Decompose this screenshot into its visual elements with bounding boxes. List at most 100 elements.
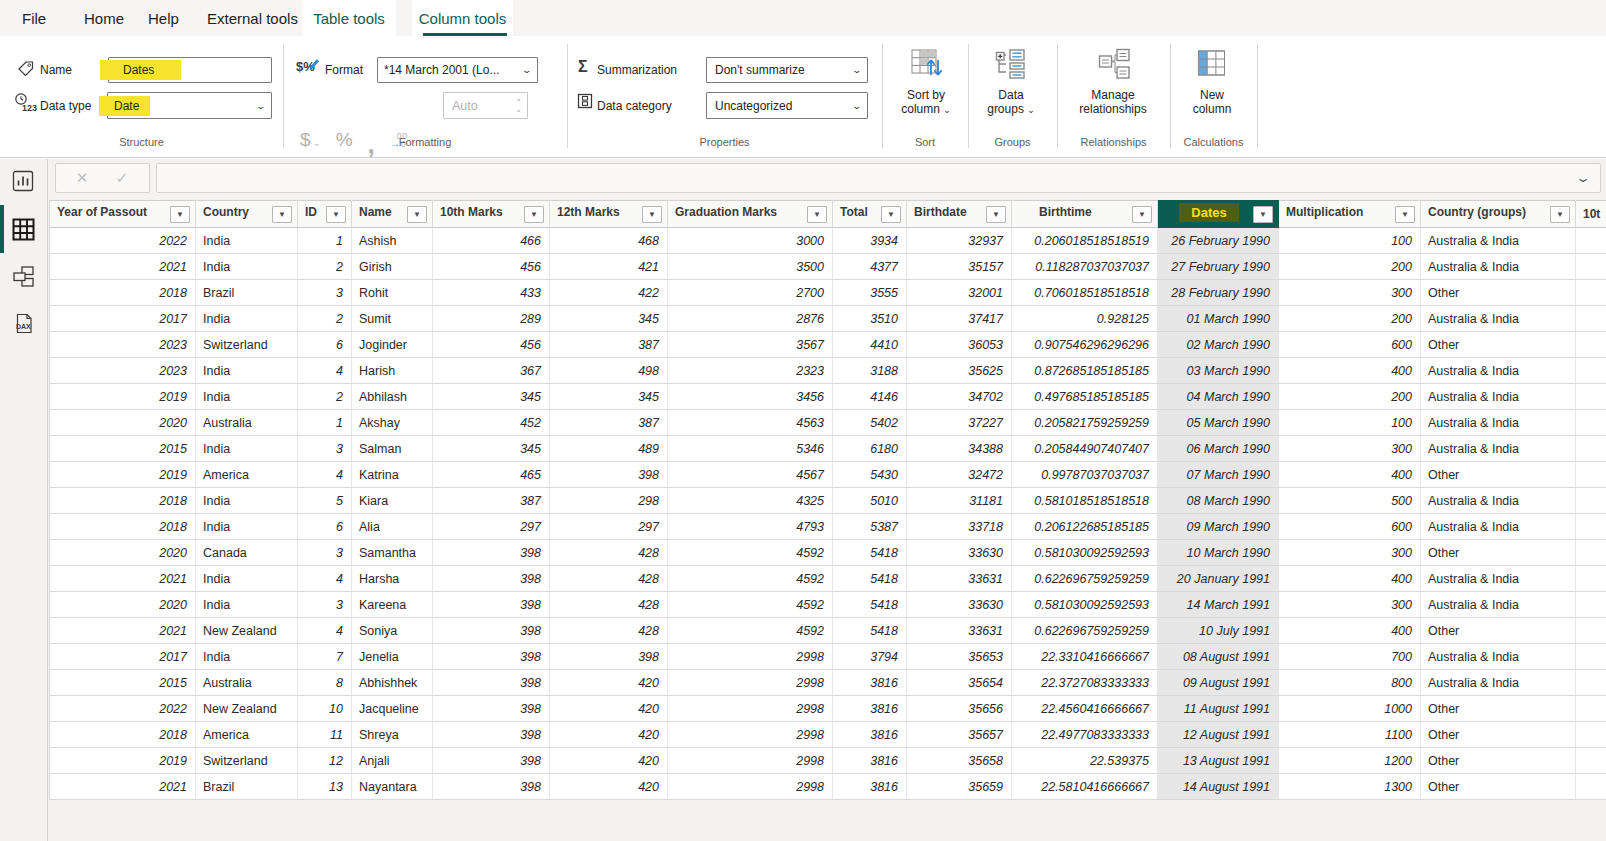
cell[interactable]: 289 — [433, 306, 550, 332]
filter-dropdown-icon[interactable]: ▼ — [986, 206, 1006, 223]
cell[interactable]: 489 — [550, 436, 668, 462]
expand-formula-bar-icon[interactable]: ⌄ — [1575, 171, 1591, 185]
cell[interactable]: 13 — [298, 774, 352, 800]
cell[interactable]: Australia & India — [1421, 410, 1576, 436]
cell[interactable] — [1576, 566, 1606, 592]
column-header-12th-marks[interactable]: ▼12th Marks — [550, 200, 668, 228]
cell[interactable]: 421 — [550, 254, 668, 280]
cell[interactable]: Samantha — [352, 540, 433, 566]
cell[interactable]: 2998 — [668, 774, 833, 800]
cell[interactable]: 2 — [298, 306, 352, 332]
cell[interactable]: Other — [1421, 774, 1576, 800]
cell[interactable]: 10 — [298, 696, 352, 722]
cell[interactable]: America — [196, 462, 298, 488]
cell[interactable]: 456 — [433, 332, 550, 358]
cell[interactable]: 01 March 1990 — [1158, 306, 1279, 332]
cell[interactable]: 28 February 1990 — [1158, 280, 1279, 306]
column-header-graduation-marks[interactable]: ▼Graduation Marks — [668, 200, 833, 228]
cell[interactable]: Sumit — [352, 306, 433, 332]
cell[interactable] — [1576, 306, 1606, 332]
cell[interactable]: 2022 — [49, 228, 196, 254]
cell[interactable]: 35654 — [907, 670, 1012, 696]
cell[interactable]: 8 — [298, 670, 352, 696]
cell[interactable]: 800 — [1279, 670, 1421, 696]
cell[interactable]: 398 — [433, 644, 550, 670]
cell[interactable]: Harsha — [352, 566, 433, 592]
cell[interactable] — [1576, 358, 1606, 384]
cell[interactable]: Girish — [352, 254, 433, 280]
cell[interactable]: 09 August 1991 — [1158, 670, 1279, 696]
cell[interactable]: 2019 — [49, 384, 196, 410]
cell[interactable]: 398 — [550, 644, 668, 670]
cell[interactable]: 500 — [1279, 488, 1421, 514]
cell[interactable]: India — [196, 514, 298, 540]
cell[interactable]: 37417 — [907, 306, 1012, 332]
cell[interactable]: 03 March 1990 — [1158, 358, 1279, 384]
filter-dropdown-icon[interactable]: ▼ — [807, 206, 827, 223]
cell[interactable]: 2019 — [49, 462, 196, 488]
cell[interactable]: 2876 — [668, 306, 833, 332]
cell[interactable]: 35653 — [907, 644, 1012, 670]
cell[interactable]: Other — [1421, 540, 1576, 566]
sort-by-column-button[interactable]: Sort bycolumn ⌄ — [883, 46, 969, 117]
cell[interactable]: 1100 — [1279, 722, 1421, 748]
cell[interactable]: Australia & India — [1421, 384, 1576, 410]
cell[interactable]: New Zealand — [196, 618, 298, 644]
formula-input[interactable]: ⌄ — [156, 163, 1601, 193]
model-view-icon[interactable] — [12, 265, 36, 289]
cell[interactable]: 09 March 1990 — [1158, 514, 1279, 540]
column-header-10t[interactable]: 10t — [1576, 200, 1606, 228]
cell[interactable]: 33630 — [907, 592, 1012, 618]
cell[interactable]: 3934 — [833, 228, 907, 254]
cell[interactable]: Katrina — [352, 462, 433, 488]
cell[interactable]: India — [196, 436, 298, 462]
cell[interactable]: 498 — [550, 358, 668, 384]
cell[interactable]: Rohit — [352, 280, 433, 306]
cell[interactable]: 14 August 1991 — [1158, 774, 1279, 800]
cell[interactable]: 420 — [550, 696, 668, 722]
cell[interactable]: 36053 — [907, 332, 1012, 358]
cell[interactable]: 27 February 1990 — [1158, 254, 1279, 280]
cell[interactable]: 13 August 1991 — [1158, 748, 1279, 774]
cell[interactable]: 4410 — [833, 332, 907, 358]
cell[interactable]: India — [196, 306, 298, 332]
cell[interactable]: 0.205844907407407 — [1012, 436, 1158, 462]
cell[interactable]: 400 — [1279, 462, 1421, 488]
cell[interactable]: 07 March 1990 — [1158, 462, 1279, 488]
column-header-year-of-passout[interactable]: ▼Year of Passout — [49, 200, 196, 228]
column-header-birthtime[interactable]: ▼Birthtime — [1012, 200, 1158, 228]
cell[interactable]: 6 — [298, 514, 352, 540]
data-type-dropdown[interactable]: Date ⌄ — [107, 92, 272, 119]
tab-file[interactable]: File — [22, 0, 46, 36]
cell[interactable]: 2 — [298, 384, 352, 410]
cell[interactable] — [1576, 644, 1606, 670]
filter-dropdown-icon[interactable]: ▼ — [881, 206, 901, 223]
tab-column-tools[interactable]: Column tools — [412, 0, 513, 36]
cell[interactable]: Australia & India — [1421, 592, 1576, 618]
cell[interactable]: 452 — [433, 410, 550, 436]
cell[interactable]: 10 July 1991 — [1158, 618, 1279, 644]
cell[interactable]: 5430 — [833, 462, 907, 488]
cell[interactable]: 3000 — [668, 228, 833, 254]
cell[interactable]: Shreya — [352, 722, 433, 748]
cell[interactable]: 22.539375 — [1012, 748, 1158, 774]
cell[interactable]: India — [196, 488, 298, 514]
cell[interactable]: 0.118287037037037 — [1012, 254, 1158, 280]
cell[interactable]: 0.706018518518518 — [1012, 280, 1158, 306]
cell[interactable]: 08 March 1990 — [1158, 488, 1279, 514]
cell[interactable]: 34388 — [907, 436, 1012, 462]
cell[interactable]: 31181 — [907, 488, 1012, 514]
cell[interactable]: 2015 — [49, 436, 196, 462]
filter-dropdown-icon[interactable]: ▼ — [170, 206, 190, 223]
cell[interactable]: 387 — [550, 410, 668, 436]
cell[interactable]: 0.497685185185185 — [1012, 384, 1158, 410]
cell[interactable]: 2021 — [49, 254, 196, 280]
cell[interactable]: 32937 — [907, 228, 1012, 254]
cell[interactable]: Australia & India — [1421, 670, 1576, 696]
cell[interactable]: 22.4977083333333 — [1012, 722, 1158, 748]
cell[interactable]: 387 — [550, 332, 668, 358]
cell[interactable]: 0.581030092592593 — [1012, 540, 1158, 566]
cell[interactable]: 300 — [1279, 592, 1421, 618]
cell[interactable]: 420 — [550, 722, 668, 748]
cell[interactable]: 0.622696759259259 — [1012, 618, 1158, 644]
